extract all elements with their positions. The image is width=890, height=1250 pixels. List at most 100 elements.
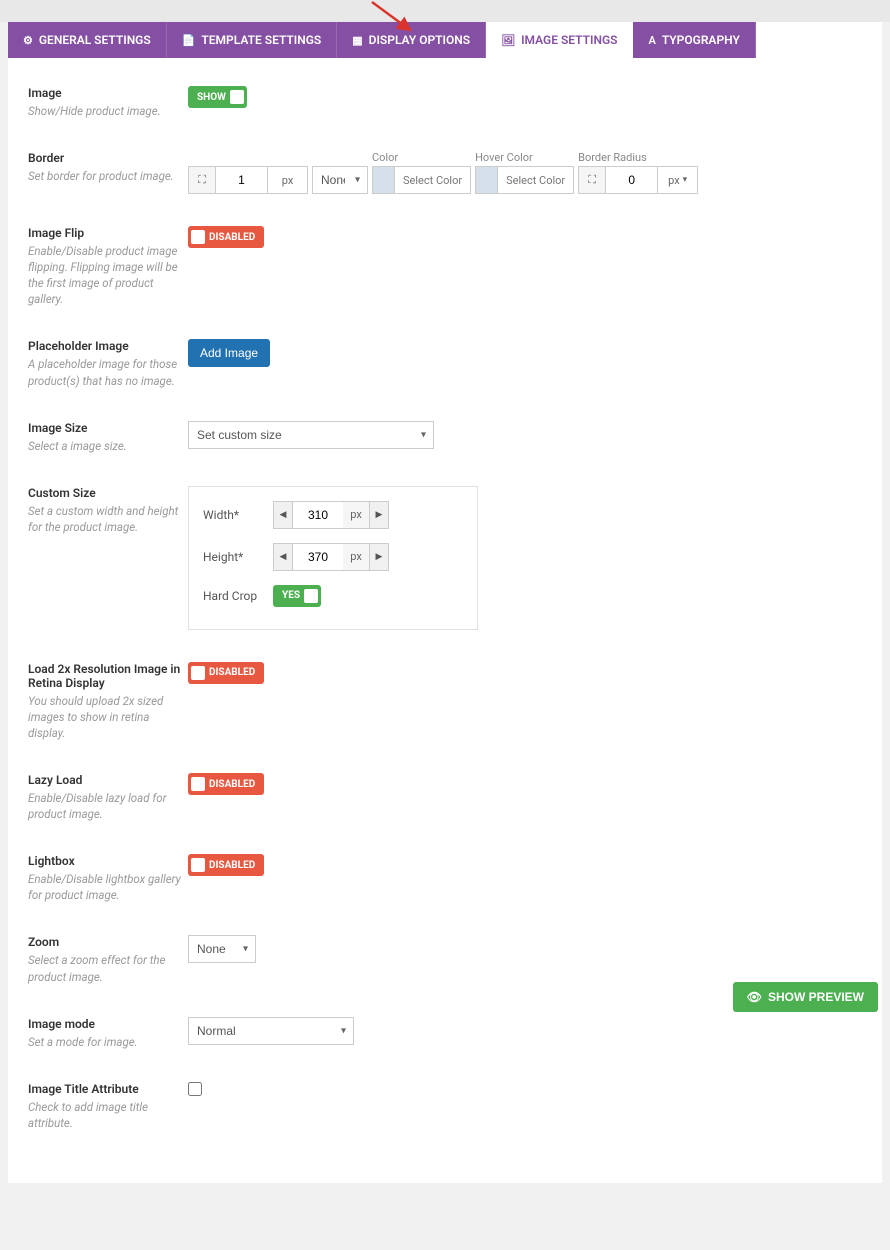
field-help: Enable/Disable product image flipping. F…	[28, 243, 188, 307]
field-label: Lightbox	[28, 854, 188, 868]
link-values-icon[interactable]: ⛶	[578, 166, 606, 194]
height-input[interactable]	[293, 543, 343, 571]
field-image-flip: Image Flip Enable/Disable product image …	[8, 216, 882, 329]
tab-image[interactable]: 🖼 IMAGE SETTINGS	[486, 22, 633, 58]
tab-content: Image Show/Hide product image. SHOW Bord…	[8, 58, 882, 1183]
border-color-btn[interactable]: Select Color	[372, 166, 471, 194]
field-help: Set border for product image.	[28, 168, 188, 184]
field-help: Show/Hide product image.	[28, 103, 188, 119]
color-swatch	[373, 167, 395, 193]
tab-label: GENERAL SETTINGS	[39, 33, 151, 47]
width-unit: px	[343, 501, 369, 529]
field-help: You should upload 2x sized images to sho…	[28, 693, 188, 741]
field-border: Border Set border for product image. ⛶ p…	[8, 141, 882, 216]
show-preview-button[interactable]: 👁 SHOW PREVIEW	[733, 982, 878, 1012]
field-help: Enable/Disable lazy load for product ima…	[28, 790, 188, 822]
toggle-knob	[230, 90, 244, 104]
color-text: Select Color	[498, 174, 573, 187]
field-image-size: Image Size Select a image size. Set cust…	[8, 411, 882, 476]
width-increment[interactable]: ▶	[369, 501, 389, 529]
field-label: Image Size	[28, 421, 188, 435]
field-help: Select a zoom effect for the product ima…	[28, 952, 188, 984]
color-swatch	[476, 167, 498, 193]
custom-size-box: Width* ◀ px ▶ Height* ◀	[188, 486, 478, 630]
field-lazy-load: Lazy Load Enable/Disable lazy load for p…	[8, 763, 882, 844]
tab-label: IMAGE SETTINGS	[521, 33, 617, 47]
font-icon: A	[648, 34, 655, 47]
field-label: Lazy Load	[28, 773, 188, 787]
toggle-knob	[304, 589, 318, 603]
field-image: Image Show/Hide product image. SHOW	[8, 76, 882, 141]
image-icon: 🖼	[501, 34, 515, 47]
toggle-hard-crop[interactable]: YES	[273, 585, 321, 607]
field-help: Set a mode for image.	[28, 1034, 188, 1050]
toggle-label: SHOW	[191, 92, 230, 103]
field-image-mode: Image mode Set a mode for image. Normal	[8, 1007, 882, 1072]
radius-label: Border Radius	[578, 151, 698, 164]
tab-display[interactable]: ▦ DISPLAY OPTIONS	[337, 22, 486, 58]
toggle-knob	[191, 666, 205, 680]
display-icon: ▦	[352, 34, 362, 47]
tab-template[interactable]: 📄TEMPLATE SETTINGS	[167, 22, 338, 58]
toggle-label: DISABLED	[205, 779, 261, 790]
tab-general[interactable]: ⚙ GENERAL SETTINGS	[8, 22, 167, 58]
toggle-lightbox[interactable]: DISABLED	[188, 854, 264, 876]
field-label: Image Flip	[28, 226, 188, 240]
field-label: Image Title Attribute	[28, 1082, 188, 1096]
toggle-retina[interactable]: DISABLED	[188, 662, 264, 684]
field-title-attr: Image Title Attribute Check to add image…	[8, 1072, 882, 1153]
width-input[interactable]	[293, 501, 343, 529]
toggle-image-show[interactable]: SHOW	[188, 86, 247, 108]
border-radius-unit[interactable]: px	[658, 166, 698, 194]
top-bar	[0, 0, 890, 22]
zoom-select[interactable]: None	[188, 935, 256, 963]
field-help: Check to add image title attribute.	[28, 1099, 188, 1131]
toggle-knob	[191, 230, 205, 244]
height-decrement[interactable]: ◀	[273, 543, 293, 571]
width-decrement[interactable]: ◀	[273, 501, 293, 529]
border-radius-input[interactable]	[606, 166, 658, 194]
height-increment[interactable]: ▶	[369, 543, 389, 571]
border-hover-color-btn[interactable]: Select Color	[475, 166, 574, 194]
gear-icon: ⚙	[23, 34, 33, 47]
toggle-knob	[191, 777, 205, 791]
toggle-label: YES	[276, 590, 304, 601]
border-style-select[interactable]: None	[312, 166, 368, 194]
toggle-label: DISABLED	[205, 667, 261, 678]
field-help: Enable/Disable lightbox gallery for prod…	[28, 871, 188, 903]
field-label: Custom Size	[28, 486, 188, 500]
border-width-input[interactable]	[216, 166, 268, 194]
image-size-select[interactable]: Set custom size	[188, 421, 434, 449]
link-values-icon[interactable]: ⛶	[188, 166, 216, 194]
add-image-button[interactable]: Add Image	[188, 339, 270, 367]
file-icon: 📄	[182, 34, 196, 47]
field-label: Border	[28, 151, 188, 165]
tab-label: TYPOGRAPHY	[662, 33, 740, 47]
field-help: A placeholder image for those product(s)…	[28, 356, 188, 388]
height-unit: px	[343, 543, 369, 571]
color-text: Select Color	[395, 174, 470, 187]
footer	[0, 1213, 890, 1250]
field-label: Zoom	[28, 935, 188, 949]
toggle-image-flip[interactable]: DISABLED	[188, 226, 264, 248]
preview-label: SHOW PREVIEW	[768, 990, 864, 1004]
field-placeholder: Placeholder Image A placeholder image fo…	[8, 329, 882, 410]
toggle-lazy-load[interactable]: DISABLED	[188, 773, 264, 795]
title-attr-checkbox[interactable]	[188, 1082, 202, 1096]
toggle-label: DISABLED	[205, 232, 261, 243]
hover-color-label: Hover Color	[475, 151, 574, 164]
field-retina: Load 2x Resolution Image in Retina Displ…	[8, 652, 882, 763]
field-help: Set a custom width and height for the pr…	[28, 503, 188, 535]
tab-label: DISPLAY OPTIONS	[369, 33, 470, 47]
tab-bar: ⚙ GENERAL SETTINGS 📄TEMPLATE SETTINGS ▦ DI…	[8, 22, 882, 58]
field-custom-size: Custom Size Set a custom width and heigh…	[8, 476, 882, 652]
border-width-unit: px	[268, 166, 308, 194]
height-label: Height*	[203, 550, 273, 564]
field-label: Image	[28, 86, 188, 100]
field-help: Select a image size.	[28, 438, 188, 454]
field-label: Placeholder Image	[28, 339, 188, 353]
tab-typography[interactable]: A TYPOGRAPHY	[633, 22, 755, 58]
field-label: Load 2x Resolution Image in Retina Displ…	[28, 662, 188, 690]
color-label: Color	[372, 151, 471, 164]
image-mode-select[interactable]: Normal	[188, 1017, 354, 1045]
